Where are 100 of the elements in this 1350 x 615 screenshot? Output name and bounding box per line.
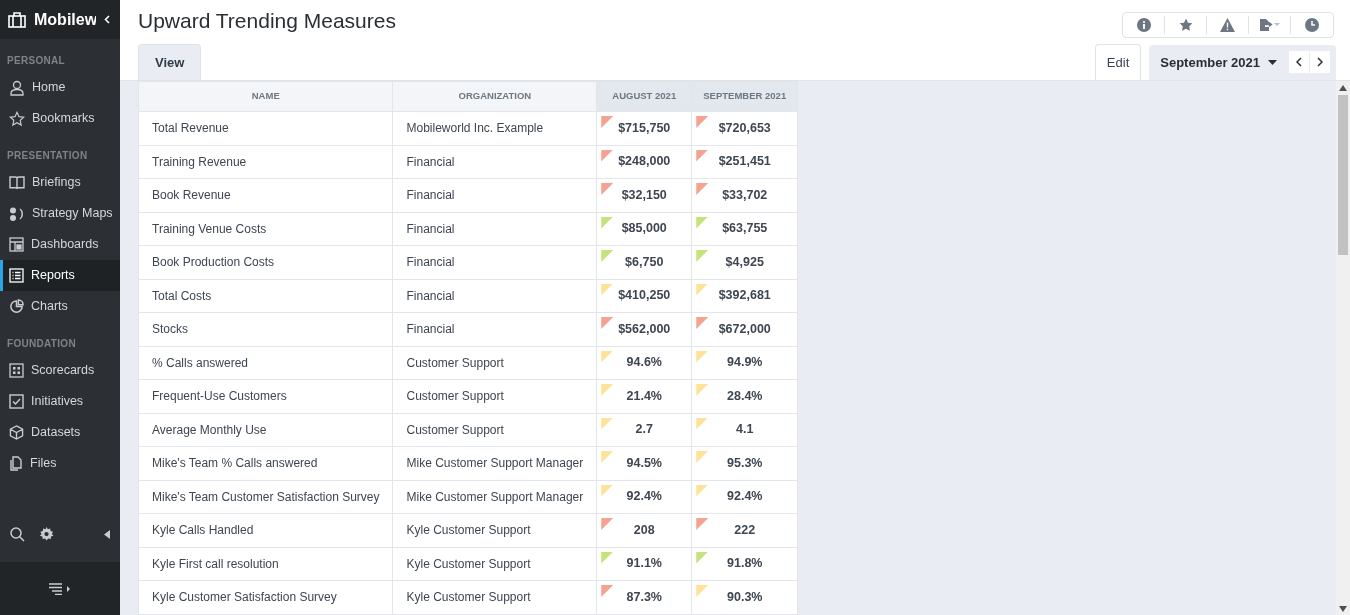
- table-cell: Training Venue Costs: [138, 212, 393, 246]
- value-text: 28.4%: [727, 388, 763, 403]
- table-cell: Stocks: [138, 312, 393, 346]
- table-cell: Mike's Team % Calls answered: [138, 446, 393, 480]
- column-header[interactable]: SEPTEMBER 2021: [691, 81, 798, 112]
- value-text: $4,925: [725, 254, 764, 269]
- table-cell: Financial: [393, 245, 597, 279]
- sidebar-item[interactable]: Reports: [0, 260, 120, 291]
- cube-icon: [9, 425, 24, 440]
- value-text: 92.4%: [727, 489, 763, 504]
- period-dropdown[interactable]: September 2021: [1160, 48, 1283, 76]
- sidebar-item[interactable]: Strategy Maps: [0, 198, 120, 229]
- value-text: 94.5%: [626, 455, 662, 470]
- person-icon: [9, 79, 25, 96]
- table-cell: Financial: [393, 212, 597, 246]
- value-text: $85,000: [621, 221, 667, 236]
- table-cell: Mike Customer Support Manager: [393, 446, 597, 480]
- list-icon: [9, 268, 24, 283]
- chevron-right-icon: [1317, 57, 1323, 68]
- previous-button[interactable]: [1289, 51, 1309, 74]
- value-text: 90.3%: [727, 589, 763, 604]
- table-cell: Customer Support: [393, 413, 597, 447]
- next-button[interactable]: [1310, 51, 1330, 74]
- sidebar-item[interactable]: Initiatives: [0, 386, 120, 417]
- value-text: $6,750: [625, 254, 664, 269]
- value-text: $33,702: [722, 187, 768, 202]
- table-cell: Financial: [393, 279, 597, 313]
- column-header[interactable]: AUGUST 2021: [596, 81, 692, 112]
- value-text: 222: [734, 522, 756, 537]
- table-cell: Mike's Team Customer Satisfaction Survey: [138, 480, 393, 514]
- chevron-left-icon: [1296, 57, 1302, 68]
- table-cell: Average Monthly Use: [138, 413, 393, 447]
- value-text: 91.1%: [626, 556, 662, 571]
- scroll-up-icon[interactable]: [1339, 85, 1347, 91]
- value-text: 87.3%: [626, 589, 662, 604]
- scroll-down-icon[interactable]: [1339, 606, 1347, 612]
- map-icon: [9, 206, 25, 221]
- edit-button[interactable]: Edit: [1094, 43, 1142, 80]
- sidebar-item[interactable]: Home: [0, 72, 120, 103]
- column-header[interactable]: NAME: [138, 81, 393, 112]
- checkbox-icon: [9, 394, 24, 409]
- collapse-icon[interactable]: [104, 529, 110, 539]
- value-text: 208: [633, 522, 655, 537]
- search-icon[interactable]: [10, 526, 25, 542]
- value-text: $410,250: [618, 288, 671, 303]
- value-text: $672,000: [718, 321, 771, 336]
- table-cell: % Calls answered: [138, 346, 393, 380]
- table-cell: Customer Support: [393, 346, 597, 380]
- table-cell: Financial: [393, 312, 597, 346]
- section-heading: PRESENTATION: [6, 149, 89, 163]
- table-cell: Book Production Costs: [138, 245, 393, 279]
- table-cell: Kyle Customer Support: [393, 547, 597, 581]
- table-cell: Frequent-Use Customers: [138, 379, 393, 413]
- table-cell: Kyle Customer Satisfaction Survey: [138, 580, 393, 614]
- table-cell: Book Revenue: [138, 178, 393, 212]
- caret-icon: [1268, 59, 1277, 65]
- book-icon: [9, 175, 25, 190]
- table-cell: Financial: [393, 145, 597, 179]
- value-text: 4.1: [736, 422, 754, 437]
- table-cell: Total Revenue: [138, 111, 393, 145]
- sidebar-item[interactable]: Files: [0, 448, 120, 479]
- column-header[interactable]: ORGANIZATION: [393, 81, 597, 112]
- sidebar-item[interactable]: Briefings: [0, 167, 120, 198]
- files-icon: [9, 456, 23, 471]
- tab[interactable]: View: [138, 43, 202, 80]
- menu-icon[interactable]: [48, 582, 72, 595]
- value-text: 94.9%: [727, 355, 763, 370]
- grid-icon: [9, 363, 24, 378]
- table-cell: Kyle Customer Support: [393, 513, 597, 547]
- table-cell: Kyle First call resolution: [138, 547, 393, 581]
- value-text: 94.6%: [626, 355, 662, 370]
- section-heading: PERSONAL: [6, 54, 66, 68]
- value-text: $392,681: [718, 288, 771, 303]
- scrollbar[interactable]: [1336, 81, 1350, 615]
- sidebar-item[interactable]: Datasets: [0, 417, 120, 448]
- section-heading: FOUNDATION: [6, 337, 77, 351]
- value-text: 92.4%: [626, 489, 662, 504]
- value-text: $720,653: [718, 120, 771, 135]
- sidebar-item[interactable]: Bookmarks: [0, 103, 120, 134]
- value-text: 91.8%: [727, 556, 763, 571]
- value-text: $32,150: [621, 187, 667, 202]
- table-cell: Mike Customer Support Manager: [393, 480, 597, 514]
- table-cell: Total Costs: [138, 279, 393, 313]
- scroll-thumb[interactable]: [1338, 95, 1348, 255]
- value-text: 95.3%: [727, 455, 763, 470]
- sidebar-item[interactable]: Dashboards: [0, 229, 120, 260]
- collapse-icon[interactable]: [104, 15, 110, 24]
- sidebar-item[interactable]: Scorecards: [0, 355, 120, 386]
- page-title: Upward Trending Measures: [138, 8, 396, 34]
- table-cell: Kyle Customer Support: [393, 580, 597, 614]
- briefcase-icon: [8, 11, 26, 28]
- sidebar-item[interactable]: Charts: [0, 291, 120, 322]
- value-text: $562,000: [618, 321, 671, 336]
- pie-chart-icon: [9, 299, 24, 314]
- star-icon: [9, 110, 25, 127]
- settings-icon[interactable]: [39, 526, 54, 542]
- table-cell: Customer Support: [393, 379, 597, 413]
- value-text: 2.7: [635, 422, 653, 437]
- table-cell: Training Revenue: [138, 145, 393, 179]
- value-text: $715,750: [618, 120, 671, 135]
